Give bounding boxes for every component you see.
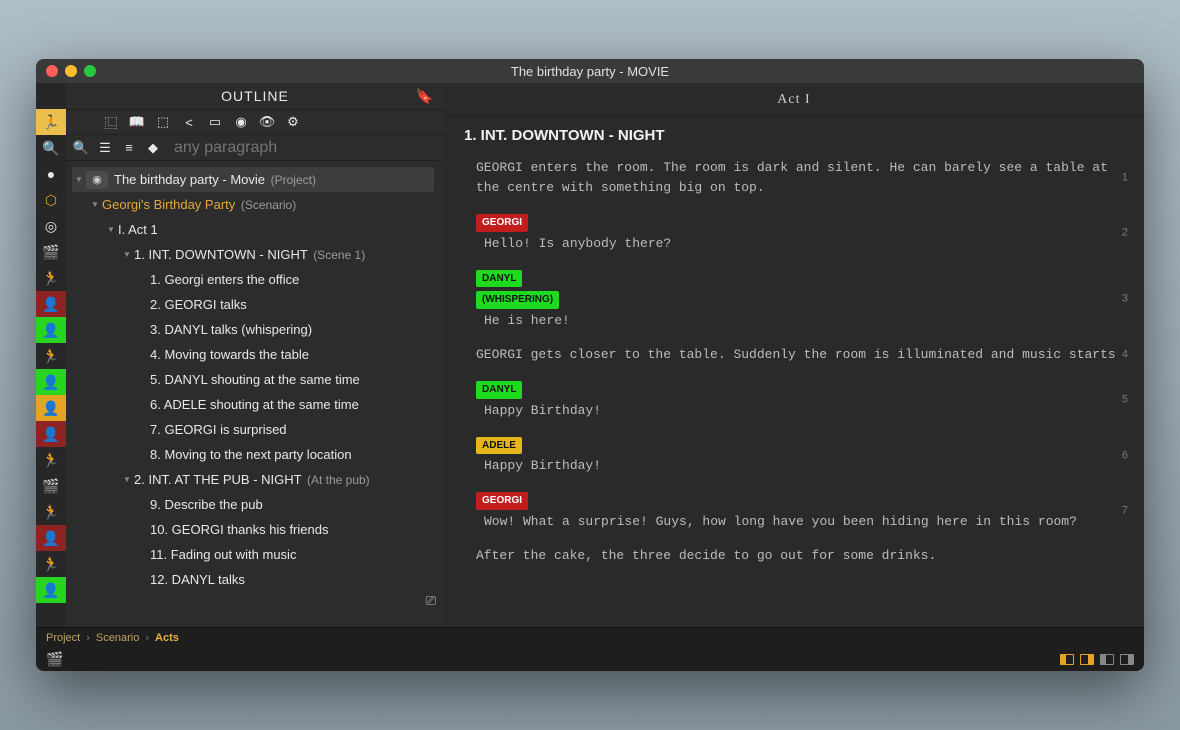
- tree-beat[interactable]: 2. GEORGI talks: [72, 292, 434, 317]
- tree-beat[interactable]: 10. GEORGI thanks his friends: [72, 517, 434, 542]
- speech-red3-icon[interactable]: 👤: [36, 525, 66, 551]
- filter-input[interactable]: [168, 139, 444, 157]
- layout-right-dim[interactable]: [1120, 654, 1134, 665]
- maximize-button[interactable]: [84, 65, 96, 77]
- outline-toolbar: ⿺ 📖 ⬚ < ▭ ◉ 👁 ⚙: [66, 109, 444, 135]
- search-icon[interactable]: 🔍: [36, 135, 66, 161]
- record-icon[interactable]: ◉: [232, 114, 250, 130]
- outline-tree[interactable]: ▼◉The birthday party - Movie (Project)▼G…: [66, 161, 444, 613]
- tree-beat[interactable]: 8. Moving to the next party location: [72, 442, 434, 467]
- tree-act[interactable]: ▼I. Act 1: [72, 217, 434, 242]
- breadcrumb-acts[interactable]: Acts: [155, 632, 179, 644]
- tree-beat[interactable]: 9. Describe the pub: [72, 492, 434, 517]
- script-action[interactable]: GEORGI enters the room. The room is dark…: [476, 158, 1124, 198]
- act-header: Act I: [444, 83, 1144, 117]
- layout-right[interactable]: [1080, 654, 1094, 665]
- clapper-icon[interactable]: 🎬: [46, 651, 63, 668]
- outline-pane: OUTLINE 🔖 ⿺ 📖 ⬚ < ▭ ◉ 👁 ⚙ 🔍 ☰ ≡ ◆ ▼◉The birthda…: [66, 83, 444, 627]
- titlebar: The birthday party - MOVIE: [36, 59, 1144, 83]
- filter-lines-icon[interactable]: ≡: [120, 140, 138, 156]
- actor6-icon[interactable]: 🏃: [36, 551, 66, 577]
- window-title: The birthday party - MOVIE: [36, 64, 1144, 79]
- layout-left-dim[interactable]: [1100, 654, 1114, 665]
- tree-scenario[interactable]: ▼Georgi's Birthday Party (Scenario): [72, 192, 434, 217]
- breadcrumb-project[interactable]: Project: [46, 632, 80, 644]
- tree-scene[interactable]: ▼2. INT. AT THE PUB - NIGHT (At the pub): [72, 467, 434, 492]
- actor2-icon[interactable]: 🏃: [36, 265, 66, 291]
- tree-beat[interactable]: 3. DANYL talks (whispering): [72, 317, 434, 342]
- minimize-button[interactable]: [65, 65, 77, 77]
- outline-title: OUTLINE: [221, 88, 289, 104]
- actor-icon[interactable]: 🏃: [36, 109, 66, 135]
- clapper2-icon[interactable]: 🎬: [36, 473, 66, 499]
- app-window: The birthday party - MOVIE 🏃🔍●⬡◎🎬🏃👤👤🏃👤👤👤…: [36, 59, 1144, 671]
- bookmark-icon[interactable]: 🔖: [416, 88, 434, 105]
- clapper-icon[interactable]: 🎬: [36, 239, 66, 265]
- script-dialogue[interactable]: GEORGIHello! Is anybody there?2: [476, 212, 1124, 254]
- close-button[interactable]: [46, 65, 58, 77]
- filter-row: 🔍 ☰ ≡ ◆: [66, 135, 444, 161]
- script-body[interactable]: GEORGI enters the room. The room is dark…: [444, 150, 1144, 627]
- speech-red-icon[interactable]: 👤: [36, 291, 66, 317]
- speech-green3-icon[interactable]: 👤: [36, 577, 66, 603]
- gear-icon[interactable]: ⚙: [284, 114, 302, 130]
- editor-pane: Act I 1. INT. DOWNTOWN - NIGHT GEORGI en…: [444, 83, 1144, 627]
- traffic-lights: [36, 65, 96, 77]
- target-icon[interactable]: ◎: [36, 213, 66, 239]
- tree-scene[interactable]: ▼1. INT. DOWNTOWN - NIGHT (Scene 1): [72, 242, 434, 267]
- speech-green2-icon[interactable]: 👤: [36, 369, 66, 395]
- share-icon[interactable]: <: [180, 115, 198, 130]
- tree-project[interactable]: ▼◉The birthday party - Movie (Project): [72, 167, 434, 192]
- actor4-icon[interactable]: 🏃: [36, 447, 66, 473]
- tree-icon[interactable]: ⿺: [102, 113, 120, 132]
- script-action[interactable]: GEORGI gets closer to the table. Suddenl…: [476, 345, 1124, 365]
- status-row: Project›Scenario›Acts 🎬: [36, 627, 1144, 671]
- speech-red2-icon[interactable]: 👤: [36, 421, 66, 447]
- tree-beat[interactable]: 6. ADELE shouting at the same time: [72, 392, 434, 417]
- script-dialogue[interactable]: GEORGIWow! What a surprise! Guys, how lo…: [476, 490, 1124, 532]
- breadcrumb-scenario[interactable]: Scenario: [96, 632, 139, 644]
- actor5-icon[interactable]: 🏃: [36, 499, 66, 525]
- tree-beat[interactable]: 1. Georgi enters the office: [72, 267, 434, 292]
- speech-orange-icon[interactable]: 👤: [36, 395, 66, 421]
- book-icon[interactable]: 📖: [128, 114, 146, 130]
- sliders-icon[interactable]: ⎚: [426, 593, 436, 609]
- tree-beat[interactable]: 7. GEORGI is surprised: [72, 417, 434, 442]
- icon-strip: 🏃🔍●⬡◎🎬🏃👤👤🏃👤👤👤🏃🎬🏃👤🏃👤: [36, 83, 66, 627]
- tree-beat[interactable]: 5. DANYL shouting at the same time: [72, 367, 434, 392]
- speech-green-icon[interactable]: 👤: [36, 317, 66, 343]
- eye-icon[interactable]: 👁: [258, 114, 276, 130]
- cube-icon[interactable]: ⬚: [154, 114, 172, 130]
- script-dialogue[interactable]: ADELEHappy Birthday!6: [476, 435, 1124, 477]
- filter-list-icon[interactable]: ☰: [96, 140, 114, 156]
- breadcrumbs: Project›Scenario›Acts: [36, 627, 1144, 647]
- filter-diamond-icon[interactable]: ◆: [144, 140, 162, 156]
- script-action[interactable]: After the cake, the three decide to go o…: [476, 546, 1124, 566]
- tree-beat[interactable]: 11. Fading out with music: [72, 542, 434, 567]
- script-dialogue[interactable]: DANYLHappy Birthday!5: [476, 379, 1124, 421]
- layout-left[interactable]: [1060, 654, 1074, 665]
- box-icon[interactable]: ⬡: [36, 187, 66, 213]
- layout-icons: [1060, 654, 1134, 665]
- filter-search-icon[interactable]: 🔍: [66, 140, 96, 156]
- window-icon[interactable]: ▭: [206, 114, 224, 130]
- outline-header: OUTLINE 🔖: [66, 83, 444, 109]
- dot-icon[interactable]: ●: [36, 161, 66, 187]
- actor3-icon[interactable]: 🏃: [36, 343, 66, 369]
- tree-beat[interactable]: 12. DANYL talks: [72, 567, 434, 592]
- tree-beat[interactable]: 4. Moving towards the table: [72, 342, 434, 367]
- script-dialogue[interactable]: DANYL(WHISPERING)He is here!3: [476, 268, 1124, 331]
- scene-heading: 1. INT. DOWNTOWN - NIGHT: [444, 117, 1144, 150]
